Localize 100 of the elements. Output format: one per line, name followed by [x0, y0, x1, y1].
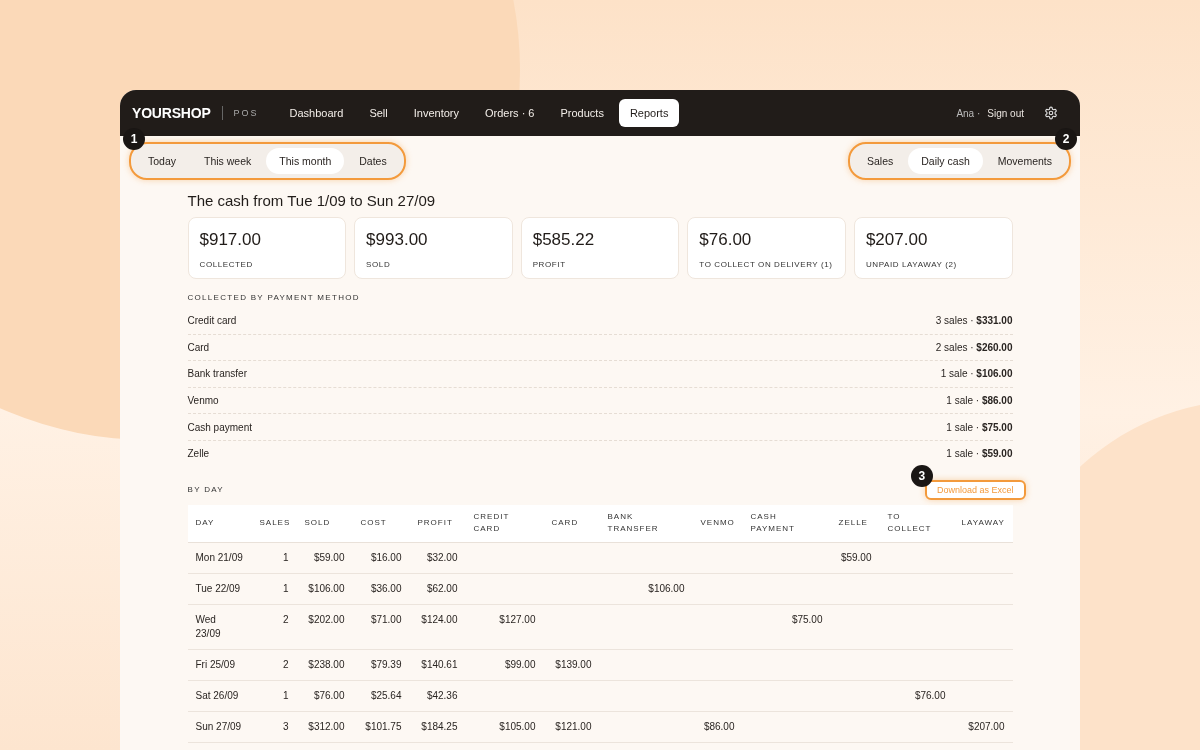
table-cell: $59.00: [296, 542, 353, 574]
table-cell: $101.75: [352, 711, 410, 743]
table-cell: $207.00: [953, 711, 1013, 743]
nav-item[interactable]: Inventory: [402, 99, 470, 127]
payment-total: 3 sales · $331.00: [935, 315, 1013, 327]
table-cell: 1: [251, 573, 297, 605]
nav-item[interactable]: Products: [549, 99, 615, 127]
column-header: VENMO: [692, 504, 743, 543]
stat-label: SOLD: [366, 260, 392, 269]
payment-method: Cash payment: [187, 421, 252, 433]
nav-item[interactable]: Orders · 6: [473, 99, 546, 127]
table-cell: $75.00: [742, 604, 831, 650]
table-cell: $127.00: [465, 604, 544, 650]
tab[interactable]: This week: [191, 148, 265, 174]
column-header: CASH PAYMENT: [742, 504, 831, 543]
table-cell: 3: [251, 711, 297, 743]
table-cell: $106.00: [599, 573, 693, 605]
stat-value: $917.00: [199, 230, 262, 250]
table-cell: $124.00: [409, 604, 466, 650]
column-header: TO COLLECT: [879, 504, 954, 543]
column-header: BANK TRANSFER: [599, 504, 693, 543]
column-header: DAY: [187, 504, 252, 543]
table-cell: Mon 21/09: [187, 542, 252, 574]
payment-method: Zelle: [187, 448, 210, 460]
table-cell: 1: [251, 542, 297, 574]
table-cell: $59.00: [830, 542, 880, 574]
table-cell: $36.00: [352, 573, 410, 605]
nav-item[interactable]: Reports: [618, 99, 680, 127]
payment-total: 1 sale · $75.00: [946, 421, 1013, 433]
column-header: LAYAWAY: [953, 504, 1013, 543]
payment-method: Bank transfer: [187, 368, 247, 380]
stat-label: UNPAID LAYAWAY (2): [865, 260, 958, 269]
table-cell: $202.00: [296, 604, 353, 650]
section-heading: BY DAY: [187, 484, 224, 494]
step-marker: 1: [123, 128, 145, 150]
table-cell: $99.00: [465, 649, 544, 681]
table-cell: $105.00: [465, 711, 544, 743]
table-cell: $25.64: [352, 680, 410, 712]
nav-item[interactable]: Sell: [358, 99, 399, 127]
column-header: ZELLE: [830, 504, 880, 543]
payment-total: 2 sales · $260.00: [935, 341, 1013, 353]
column-header: COST: [352, 504, 410, 543]
column-header: PROFIT: [409, 504, 466, 543]
table-cell: $62.00: [409, 573, 466, 605]
table-cell: $139.00: [543, 649, 600, 681]
payment-total: 1 sale · $86.00: [946, 395, 1013, 407]
stat-label: TO COLLECT ON DELIVERY (1): [699, 260, 834, 269]
stat-label: PROFIT: [532, 260, 567, 269]
table-cell: $238.00: [296, 649, 353, 681]
stat-value: $993.00: [366, 230, 429, 250]
table-cell: 2: [251, 649, 297, 681]
tab[interactable]: Daily cash: [908, 148, 983, 174]
payment-method: Credit card: [187, 315, 237, 327]
table-cell: Sun 27/09: [187, 711, 252, 743]
brand-name: YOURSHOP: [132, 105, 211, 121]
nav-item[interactable]: Dashboard: [278, 99, 355, 127]
payment-total: 1 sale · $106.00: [940, 368, 1013, 380]
tab[interactable]: This month: [266, 148, 345, 174]
step-marker: 2: [1055, 128, 1077, 150]
table-cell: $140.61: [409, 649, 466, 681]
table-cell: $184.25: [409, 711, 466, 743]
table-cell: $76.00: [296, 680, 353, 712]
stat-value: $585.22: [532, 230, 596, 250]
brand-suffix: POS: [233, 108, 259, 118]
table-cell: Fri 25/09: [187, 649, 252, 681]
table-cell: $79.39: [352, 649, 410, 681]
column-header: SALES: [251, 504, 297, 543]
column-header: CREDIT CARD: [465, 504, 544, 543]
table-cell: 1: [251, 680, 297, 712]
tab[interactable]: Dates: [346, 148, 400, 174]
column-header: SOLD: [296, 504, 353, 543]
table-cell: $86.00: [692, 711, 743, 743]
table-cell: 2: [251, 604, 297, 650]
stat-label: COLLECTED: [199, 260, 254, 269]
table-cell: Tue 22/09: [187, 573, 252, 605]
table-cell: Wed 23/09: [187, 604, 252, 650]
table-cell: $106.00: [296, 573, 353, 605]
table-cell: $76.00: [879, 680, 954, 712]
stat-value: $207.00: [865, 230, 929, 250]
payment-method: Venmo: [187, 395, 219, 407]
tab[interactable]: Sales: [854, 148, 907, 174]
page-title: The cash from Tue 1/09 to Sun 27/09: [187, 192, 437, 209]
table-cell: Sat 26/09: [187, 680, 252, 712]
settings-icon[interactable]: [1044, 106, 1058, 120]
table-cell: $312.00: [296, 711, 353, 743]
table-cell: $32.00: [409, 542, 466, 574]
payment-total: 1 sale · $59.00: [946, 448, 1013, 460]
table-cell: $121.00: [543, 711, 600, 743]
tab[interactable]: Movements: [984, 148, 1065, 174]
table-cell: $71.00: [352, 604, 410, 650]
table-cell: $16.00: [352, 542, 410, 574]
stat-value: $76.00: [699, 230, 753, 250]
table-cell: $42.36: [409, 680, 466, 712]
step-marker: 3: [910, 464, 933, 487]
sign-out-link[interactable]: Sign out: [987, 107, 1024, 119]
payment-method: Card: [187, 341, 210, 353]
tab[interactable]: Today: [135, 148, 190, 174]
section-heading: COLLECTED BY PAYMENT METHOD: [187, 293, 361, 302]
column-header: CARD: [543, 504, 600, 543]
user-name: Ana ·: [956, 107, 981, 119]
